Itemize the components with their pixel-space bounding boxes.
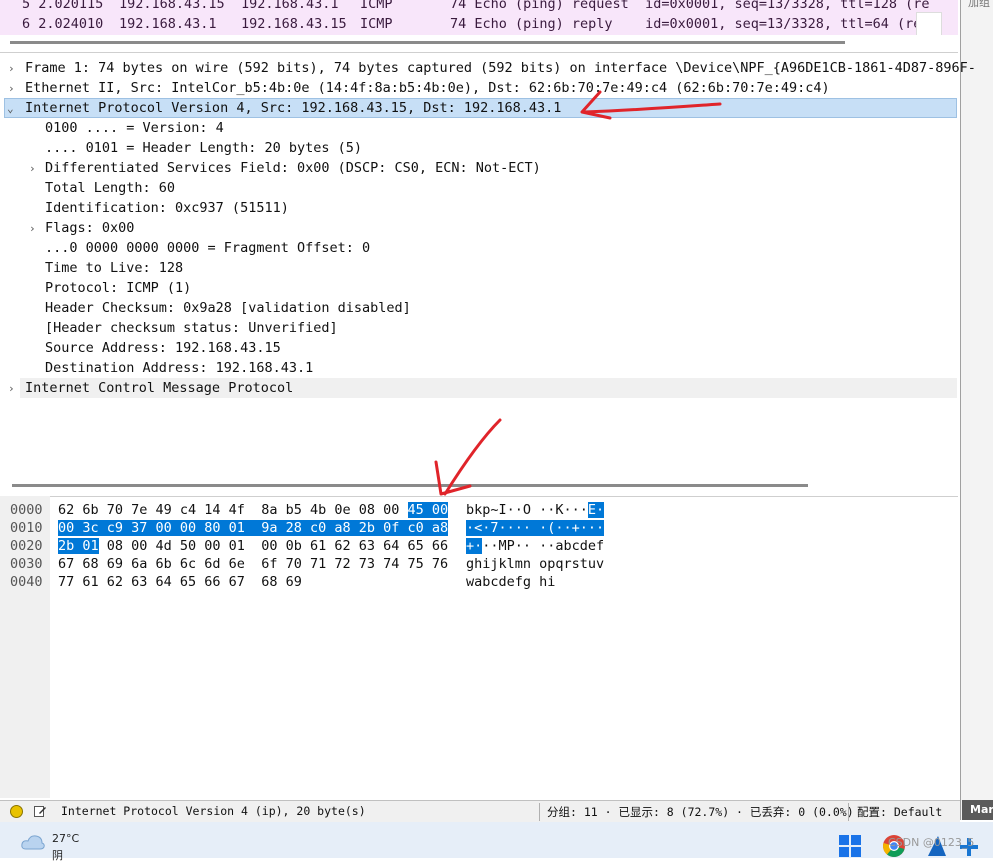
- hex-offset: 0000: [10, 502, 43, 518]
- hex-bytes-highlighted: 45 00: [407, 502, 449, 518]
- csdn-watermark: CSDN @0123_5: [888, 836, 975, 849]
- hex-ascii[interactable]: ghijklmn opqrstuv: [466, 555, 604, 573]
- edit-comment-icon[interactable]: [33, 804, 47, 818]
- ascii-highlighted: +·: [466, 538, 483, 554]
- hex-bytes[interactable]: 2b 01 08 00 4d 50 00 01 00 0b 61 62 63 6…: [58, 537, 448, 555]
- weather-cloud-icon[interactable]: [20, 832, 46, 852]
- hex-offset: 0020: [10, 538, 43, 554]
- hex-ascii[interactable]: ·<·7···· ·(··+···: [466, 519, 605, 537]
- hex-bytes[interactable]: 67 68 69 6a 6b 6c 6d 6e 6f 70 71 72 73 7…: [58, 555, 448, 573]
- status-bar: Internet Protocol Version 4 (ip), 20 byt…: [0, 800, 960, 823]
- hex-bytes-plain: 08 00 4d 50 00 01 00 0b 61 62 63 64 65 6…: [98, 538, 449, 554]
- ascii-plain: ··MP·· ··abcdef: [482, 538, 605, 554]
- status-packet-counts: 分组: 11 · 已显示: 8 (72.7%) · 已丢弃: 0 (0.0%): [547, 805, 854, 819]
- windows-taskbar: 27°C 阴 CSDN @0123_5: [0, 822, 993, 862]
- status-field-info: Internet Protocol Version 4 (ip), 20 byt…: [61, 804, 366, 818]
- hex-ascii[interactable]: bkp~I··O ··K···E·: [466, 501, 605, 519]
- hex-ascii[interactable]: wabcdefg hi: [466, 573, 555, 591]
- status-led-icon[interactable]: [10, 805, 23, 818]
- hex-bytes-plain: 62 6b 70 7e 49 c4 14 4f 8a b5 4b 0e 08 0…: [58, 502, 408, 518]
- ascii-highlighted: E·: [587, 502, 605, 518]
- weather-description[interactable]: 阴: [52, 847, 63, 863]
- hex-bytes[interactable]: 77 61 62 63 64 65 66 67 68 69: [58, 573, 302, 591]
- hex-bytes[interactable]: 62 6b 70 7e 49 c4 14 4f 8a b5 4b 0e 08 0…: [58, 501, 449, 519]
- status-profile[interactable]: 配置: Default: [857, 804, 942, 820]
- ascii-highlighted: ·<·7···· ·(··+···: [466, 520, 605, 536]
- hex-offset: 0040: [10, 574, 43, 590]
- hex-offset: 0030: [10, 556, 43, 572]
- hex-bytes-highlighted: 00 3c c9 37 00 00 80 01 9a 28 c0 a8 2b 0…: [58, 520, 449, 536]
- windows-start-icon[interactable]: [838, 834, 862, 858]
- hex-bytes[interactable]: 00 3c c9 37 00 00 80 01 9a 28 c0 a8 2b 0…: [58, 519, 449, 537]
- status-separator: [848, 803, 849, 821]
- annotation-arrow-hex: [434, 418, 502, 496]
- annotation-arrow-ip: [580, 90, 722, 120]
- ascii-plain: bkp~I··O ··K···: [466, 502, 588, 518]
- hex-bytes-highlighted: 2b 01: [58, 538, 99, 554]
- hex-offset: 0010: [10, 520, 43, 536]
- hex-ascii[interactable]: +···MP·· ··abcdef: [466, 537, 604, 555]
- status-separator: [539, 803, 540, 821]
- weather-temperature[interactable]: 27°C: [52, 832, 79, 845]
